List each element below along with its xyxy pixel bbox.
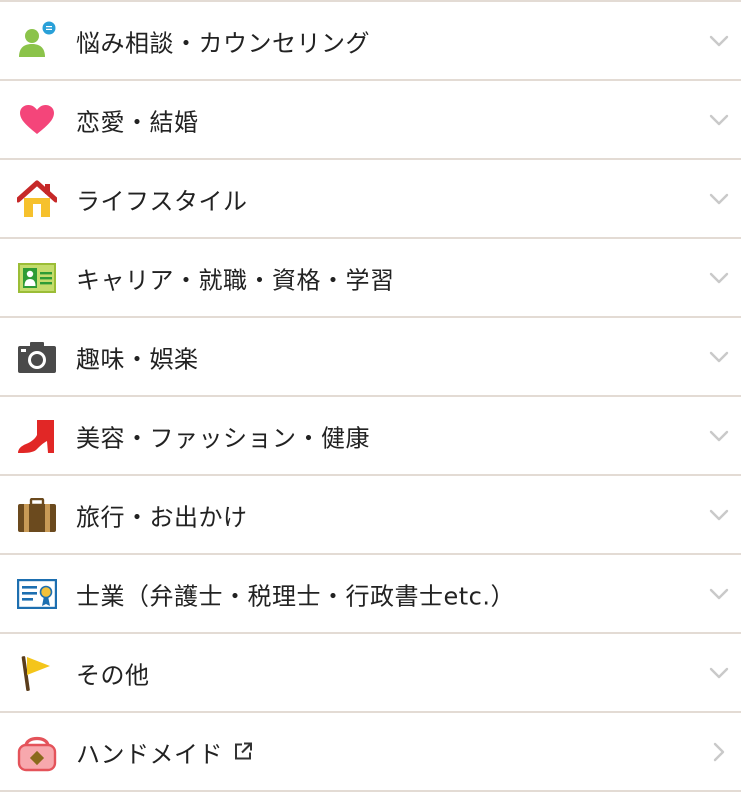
category-list: 悩み相談・カウンセリング 恋愛・結婚 ライフスタイル キャリア・就職・資格・学習… bbox=[0, 0, 741, 800]
house-icon bbox=[17, 179, 57, 219]
chevron-right-icon bbox=[707, 740, 731, 764]
category-label: 恋愛・結婚 bbox=[76, 108, 199, 136]
suitcase-icon bbox=[17, 495, 57, 535]
category-label: キャリア・就職・資格・学習 bbox=[76, 266, 395, 294]
heart-icon bbox=[17, 100, 57, 140]
chevron-down-icon bbox=[707, 661, 731, 685]
category-label: 趣味・娯楽 bbox=[76, 345, 199, 373]
category-item-lifestyle[interactable]: ライフスタイル bbox=[0, 160, 741, 239]
flag-icon bbox=[17, 653, 57, 693]
id-card-icon bbox=[17, 258, 57, 298]
category-item-other[interactable]: その他 bbox=[0, 634, 741, 713]
category-label: 悩み相談・カウンセリング bbox=[76, 29, 370, 57]
chevron-down-icon bbox=[707, 108, 731, 132]
category-item-travel[interactable]: 旅行・お出かけ bbox=[0, 476, 741, 555]
category-label: 旅行・お出かけ bbox=[76, 503, 248, 531]
category-item-love-marriage[interactable]: 恋愛・結婚 bbox=[0, 81, 741, 160]
chevron-down-icon bbox=[707, 503, 731, 527]
category-label: その他 bbox=[76, 661, 150, 689]
handbag-icon bbox=[17, 732, 57, 772]
certificate-icon bbox=[17, 574, 57, 614]
chevron-down-icon bbox=[707, 582, 731, 606]
chevron-down-icon bbox=[707, 345, 731, 369]
chevron-down-icon bbox=[707, 29, 731, 53]
high-heel-icon bbox=[17, 416, 57, 456]
category-item-handmade[interactable]: ハンドメイド bbox=[0, 713, 741, 792]
category-label: 士業（弁護士・税理士・行政書士etc.） bbox=[76, 582, 515, 610]
category-label: ライフスタイル bbox=[76, 187, 248, 215]
chevron-down-icon bbox=[707, 187, 731, 211]
chevron-down-icon bbox=[707, 266, 731, 290]
category-item-counseling[interactable]: 悩み相談・カウンセリング bbox=[0, 2, 741, 81]
category-item-hobby[interactable]: 趣味・娯楽 bbox=[0, 318, 741, 397]
camera-icon bbox=[17, 337, 57, 377]
category-label-text: ハンドメイド bbox=[76, 740, 223, 768]
category-item-professional[interactable]: 士業（弁護士・税理士・行政書士etc.） bbox=[0, 555, 741, 634]
category-label: 美容・ファッション・健康 bbox=[76, 424, 370, 452]
category-item-career[interactable]: キャリア・就職・資格・学習 bbox=[0, 239, 741, 318]
counseling-person-icon bbox=[17, 21, 57, 61]
chevron-down-icon bbox=[707, 424, 731, 448]
category-label: ハンドメイド bbox=[76, 734, 253, 769]
external-link-icon bbox=[233, 742, 253, 762]
category-item-beauty[interactable]: 美容・ファッション・健康 bbox=[0, 397, 741, 476]
